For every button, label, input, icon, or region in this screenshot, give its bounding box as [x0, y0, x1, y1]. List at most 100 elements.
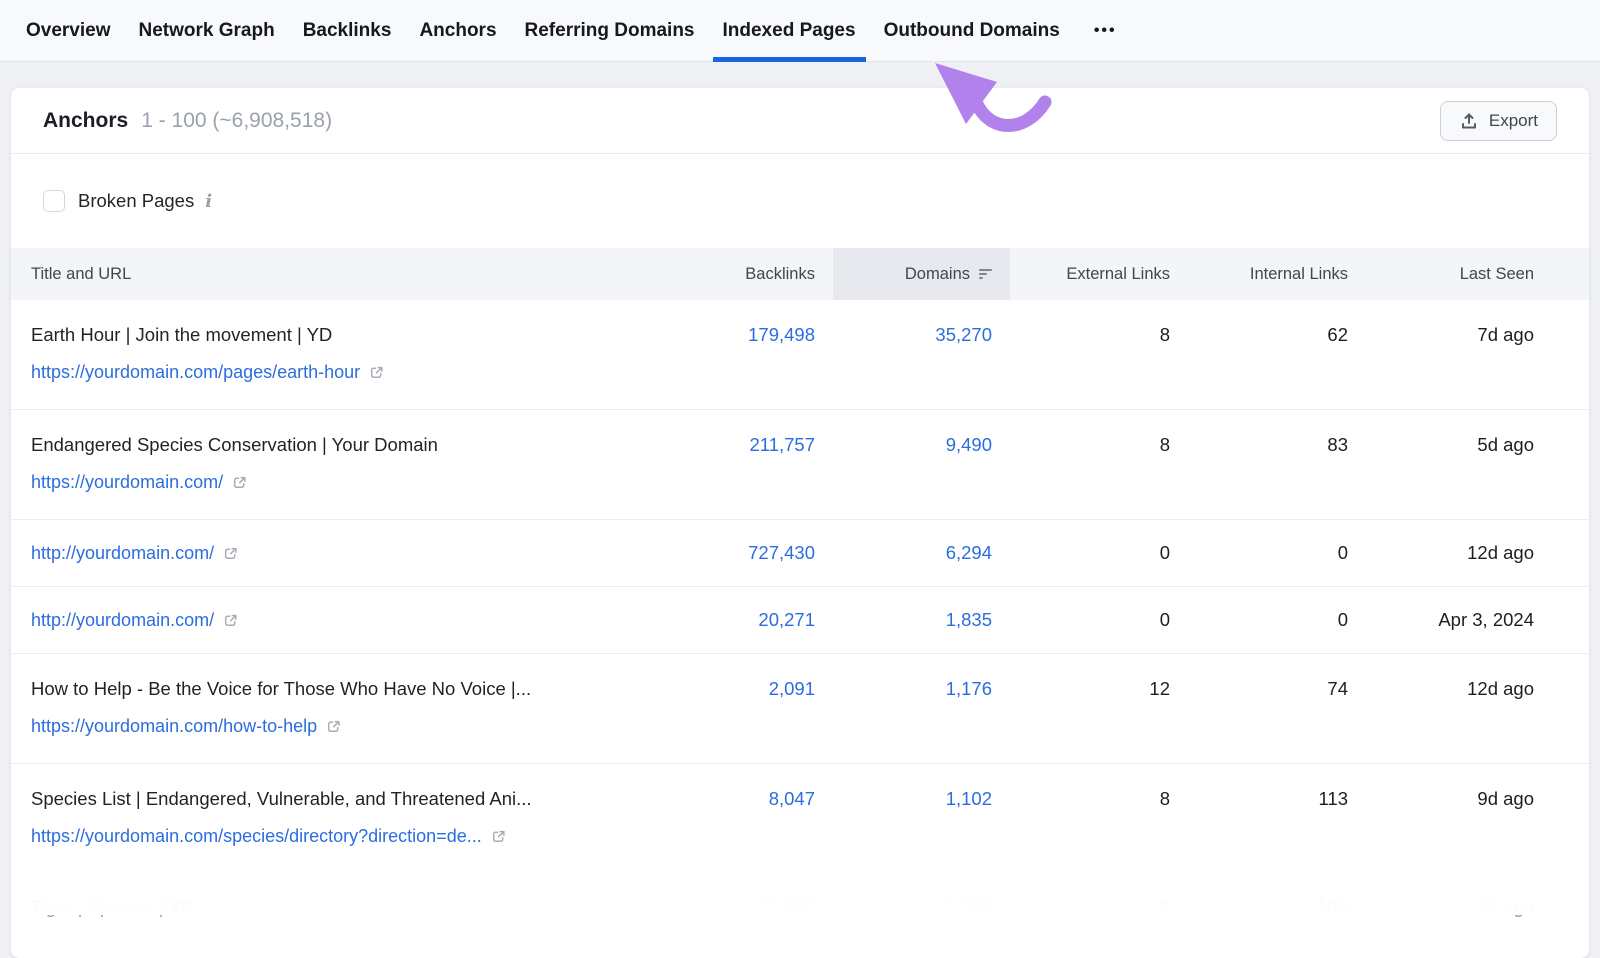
- table-row: Tiger | Species | YD21,9201,09891065d ag…: [11, 873, 1589, 940]
- more-tabs-button[interactable]: •••: [1088, 0, 1123, 62]
- tab-backlinks[interactable]: Backlinks: [303, 0, 392, 62]
- page-url-link[interactable]: https://yourdomain.com/: [31, 470, 223, 494]
- page-url-link[interactable]: http://yourdomain.com/: [31, 608, 214, 632]
- tab-network-graph[interactable]: Network Graph: [139, 0, 275, 62]
- sort-desc-icon: [979, 269, 992, 279]
- report-card: Anchors 1 - 100 (~6,908,518) Export Brok…: [11, 88, 1589, 958]
- internal-links-value: 0: [1188, 541, 1366, 565]
- title-url-cell: Tiger | Species | YD: [11, 895, 673, 919]
- panel-title: Anchors: [43, 109, 128, 133]
- table-row: Species List | Endangered, Vulnerable, a…: [11, 763, 1589, 873]
- last-seen-value: 12d ago: [1366, 541, 1589, 565]
- last-seen-value: 5d ago: [1366, 433, 1589, 457]
- page-url-link[interactable]: https://yourdomain.com/how-to-help: [31, 714, 317, 738]
- table-row: Earth Hour | Join the movement | YD https…: [11, 300, 1589, 409]
- export-button[interactable]: Export: [1440, 101, 1557, 141]
- column-header-label: External Links: [1066, 265, 1170, 283]
- tab-indexed-pages[interactable]: Indexed Pages: [723, 0, 856, 62]
- column-header-label: Backlinks: [745, 265, 815, 283]
- export-label: Export: [1489, 111, 1538, 131]
- backlinks-value[interactable]: 21,920: [673, 895, 833, 919]
- domains-value[interactable]: 35,270: [833, 323, 1010, 347]
- external-links-value: 8: [1010, 433, 1188, 457]
- external-links-value: 8: [1010, 787, 1188, 811]
- backlinks-value[interactable]: 727,430: [673, 541, 833, 565]
- page-title: Earth Hour | Join the movement | YD: [31, 323, 673, 347]
- table-row: http://yourdomain.com/20,2711,83500Apr 3…: [11, 586, 1589, 653]
- domains-value[interactable]: 1,098: [833, 895, 1010, 919]
- domains-value[interactable]: 9,490: [833, 433, 1010, 457]
- title-url-cell: Species List | Endangered, Vulnerable, a…: [11, 787, 673, 848]
- title-url-cell: http://yourdomain.com/: [11, 608, 673, 632]
- column-header-label: Title and URL: [31, 265, 131, 283]
- external-links-value: 9: [1010, 895, 1188, 919]
- page-url-link[interactable]: http://yourdomain.com/: [31, 541, 214, 565]
- column-header-backlinks[interactable]: Backlinks: [673, 265, 833, 284]
- external-link-icon[interactable]: [491, 829, 506, 844]
- table-row: http://yourdomain.com/727,4306,2940012d …: [11, 519, 1589, 586]
- backlinks-value[interactable]: 20,271: [673, 608, 833, 632]
- internal-links-value: 0: [1188, 608, 1366, 632]
- page-title: Tiger | Species | YD: [31, 895, 673, 919]
- info-icon[interactable]: i: [205, 191, 212, 212]
- title-url-cell: Earth Hour | Join the movement | YD https…: [11, 323, 673, 384]
- backlinks-value[interactable]: 2,091: [673, 677, 833, 701]
- external-links-value: 0: [1010, 608, 1188, 632]
- column-header-title-and-url[interactable]: Title and URL: [11, 265, 673, 284]
- column-header-external-links[interactable]: External Links: [1010, 265, 1188, 284]
- external-link-icon[interactable]: [223, 546, 238, 561]
- broken-pages-label[interactable]: Broken Pages: [78, 190, 194, 212]
- filter-row: Broken Pages i: [11, 154, 1589, 248]
- result-range: 1 - 100 (~6,908,518): [141, 109, 332, 133]
- last-seen-value: 12d ago: [1366, 677, 1589, 701]
- page-url-link[interactable]: https://yourdomain.com/species/directory…: [31, 824, 482, 848]
- column-header-label: Last Seen: [1460, 265, 1534, 283]
- tabs-group: Overview Network Graph Backlinks Anchors Ref…: [26, 0, 1060, 62]
- table-row: How to Help - Be the Voice for Those Who…: [11, 653, 1589, 763]
- domains-value[interactable]: 1,835: [833, 608, 1010, 632]
- external-link-icon[interactable]: [232, 475, 247, 490]
- last-seen-value: 5d ago: [1366, 895, 1589, 919]
- internal-links-value: 106: [1188, 895, 1366, 919]
- backlinks-value[interactable]: 8,047: [673, 787, 833, 811]
- external-link-icon[interactable]: [369, 365, 384, 380]
- title-url-cell: Endangered Species Conservation | Your D…: [11, 433, 673, 494]
- title-url-cell: How to Help - Be the Voice for Those Who…: [11, 677, 673, 738]
- external-links-value: 0: [1010, 541, 1188, 565]
- card-header: Anchors 1 - 100 (~6,908,518) Export: [11, 88, 1589, 154]
- external-link-icon[interactable]: [223, 613, 238, 628]
- tab-overview[interactable]: Overview: [26, 0, 111, 62]
- column-header-internal-links[interactable]: Internal Links: [1188, 265, 1366, 284]
- table-body: Earth Hour | Join the movement | YD https…: [11, 300, 1589, 940]
- tab-outbound-domains[interactable]: Outbound Domains: [884, 0, 1060, 62]
- report-tabs-bar: Overview Network Graph Backlinks Anchors Ref…: [0, 0, 1600, 62]
- external-links-value: 12: [1010, 677, 1188, 701]
- page-title: How to Help - Be the Voice for Those Who…: [31, 677, 673, 701]
- column-header-label: Internal Links: [1250, 265, 1348, 283]
- title-url-cell: http://yourdomain.com/: [11, 541, 673, 565]
- internal-links-value: 113: [1188, 787, 1366, 811]
- domains-value[interactable]: 1,176: [833, 677, 1010, 701]
- page-url-link[interactable]: https://yourdomain.com/pages/earth-hour: [31, 360, 360, 384]
- internal-links-value: 74: [1188, 677, 1366, 701]
- tab-anchors[interactable]: Anchors: [419, 0, 496, 62]
- last-seen-value: Apr 3, 2024: [1366, 608, 1589, 632]
- internal-links-value: 83: [1188, 433, 1366, 457]
- backlinks-value[interactable]: 211,757: [673, 433, 833, 457]
- tab-referring-domains[interactable]: Referring Domains: [525, 0, 695, 62]
- broken-pages-checkbox[interactable]: [43, 190, 65, 212]
- internal-links-value: 62: [1188, 323, 1366, 347]
- backlinks-value[interactable]: 179,498: [673, 323, 833, 347]
- column-header-label: Domains: [905, 265, 970, 284]
- last-seen-value: 7d ago: [1366, 323, 1589, 347]
- table-header-row: Title and URL Backlinks Domains External Li…: [11, 248, 1589, 300]
- page-title: Endangered Species Conservation | Your D…: [31, 433, 673, 457]
- external-links-value: 8: [1010, 323, 1188, 347]
- last-seen-value: 9d ago: [1366, 787, 1589, 811]
- column-header-last-seen[interactable]: Last Seen: [1366, 265, 1589, 284]
- external-link-icon[interactable]: [326, 719, 341, 734]
- page-title: Species List | Endangered, Vulnerable, a…: [31, 787, 673, 811]
- domains-value[interactable]: 6,294: [833, 541, 1010, 565]
- column-header-domains[interactable]: Domains: [833, 248, 1010, 300]
- domains-value[interactable]: 1,102: [833, 787, 1010, 811]
